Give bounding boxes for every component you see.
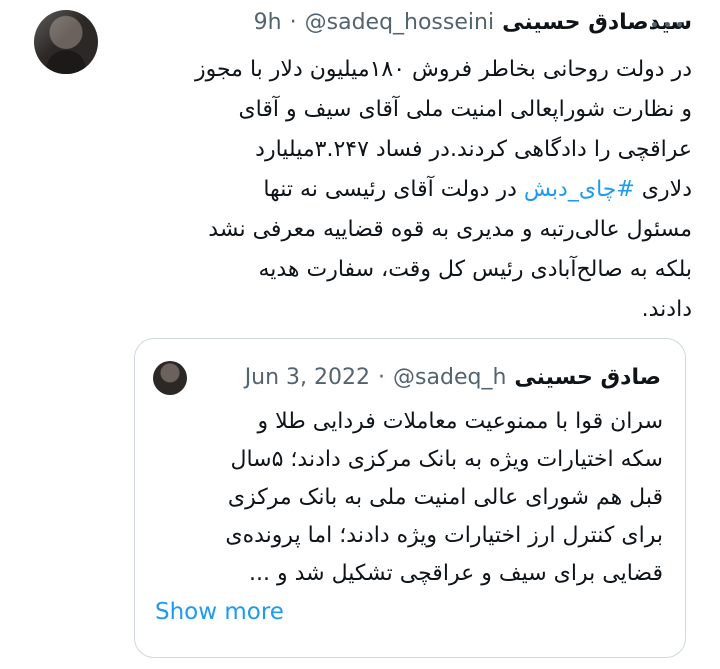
quote-header: صادق حسینی @sadeq_h · Jun 3, 2022: [245, 363, 661, 393]
line-text-after: در دولت آقای رئیسی نه تنها: [263, 177, 524, 202]
tweet-time[interactable]: 9h: [254, 10, 282, 36]
quote-author-name: صادق حسینی: [514, 365, 661, 390]
quote-line: برای کنترل ارز اختیارات ویژه دادند؛ اما …: [225, 523, 663, 548]
author-avatar[interactable]: [34, 10, 98, 74]
tweet-line: در دولت روحانی بخاطر فروش ۱۸۰میلیون دلار…: [194, 57, 692, 82]
tweet-line: عراقچی را دادگاهی کردند.در فساد ۳.۲۴۷میل…: [255, 137, 692, 162]
separator-dot: ·: [289, 10, 297, 35]
tweet-line: دادند.: [641, 297, 692, 322]
quote-text: سران قوا با ممنوعیت معاملات فردایی طلا و…: [163, 403, 663, 593]
quoted-tweet[interactable]: صادق حسینی @sadeq_h · Jun 3, 2022 سران ق…: [134, 338, 686, 658]
quote-author-handle: @sadeq_h: [393, 365, 507, 390]
tweet-line-with-hashtag: دلاری #چای_دبش در دولت آقای رئیسی نه تنه…: [132, 170, 692, 210]
quote-line: سکه اختیارات ویژه به بانک مرکزی دادند؛ ۵…: [230, 447, 663, 472]
hashtag-link[interactable]: #چای_دبش: [524, 177, 635, 202]
quote-line: قضایی برای سیف و عراقچی تشکیل شد و ...: [249, 561, 663, 586]
author-handle[interactable]: @sadeq_hosseini: [305, 10, 494, 36]
tweet-line: و نظارت شوراپعالی امنیت ملی آقای سیف و آ…: [238, 97, 692, 122]
show-more-link[interactable]: Show more: [155, 597, 284, 627]
quote-date: Jun 3, 2022: [244, 365, 371, 390]
tweet: سیدصادق حسینی @sadeq_hosseini · 9h در دو…: [0, 0, 720, 669]
quote-line: قبل هم شورای عالی امنیت ملی به بانک مرکز…: [227, 485, 663, 510]
more-icon[interactable]: [652, 14, 682, 34]
separator-dot: ·: [378, 365, 386, 390]
quote-author-avatar: [153, 361, 187, 395]
tweet-header: سیدصادق حسینی @sadeq_hosseini · 9h: [254, 10, 692, 36]
line-text-before: دلاری: [634, 177, 692, 202]
tweet-text: در دولت روحانی بخاطر فروش ۱۸۰میلیون دلار…: [132, 50, 692, 330]
quote-line: سران قوا با ممنوعیت معاملات فردایی طلا و: [257, 409, 664, 434]
tweet-line: مسئول عالی‌رتبه و مدیری به قوه قضاییه مع…: [208, 217, 692, 242]
tweet-line: بلکه به صالح‌آبادی رئیس کل وقت، سفارت هد…: [258, 257, 692, 282]
